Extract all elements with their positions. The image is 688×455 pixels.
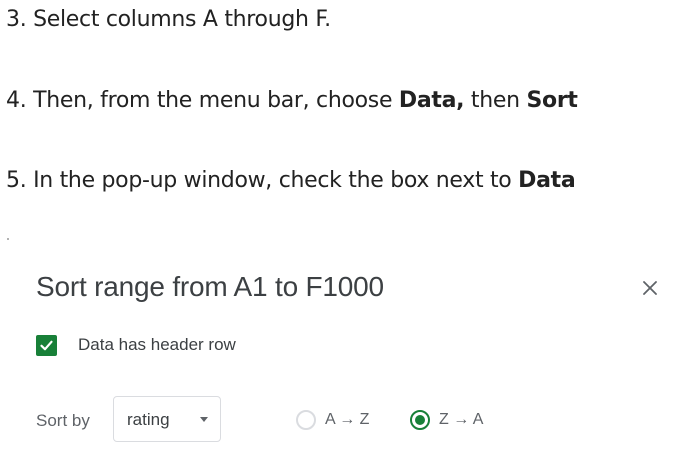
close-icon: [643, 281, 657, 295]
step-4-bold-data: Data,: [398, 88, 465, 113]
sort-descending-option[interactable]: Z → A: [410, 409, 483, 431]
stray-dot: [7, 238, 9, 240]
instruction-step-5: 5. In the pop-up window, check the box n…: [6, 167, 576, 195]
instruction-step-3: 3. Select columns A through F.: [6, 6, 331, 34]
step-3-text: 3. Select columns A through F.: [6, 7, 331, 32]
radio-selected-dot: [415, 415, 425, 425]
sort-ascending-label: A → Z: [325, 411, 370, 428]
checkmark-icon: [40, 340, 53, 350]
instruction-step-4: 4. Then, from the menu bar, choose Data,…: [6, 87, 578, 115]
step-4-bold-sort: Sort: [526, 88, 578, 113]
step-4-text: 4. Then, from the menu bar, choose: [6, 88, 399, 113]
radio-ascending[interactable]: [296, 410, 316, 430]
header-row-option: Data has header row: [36, 333, 236, 357]
sort-by-label: Sort by: [36, 411, 90, 430]
step-4-text-middle: then: [464, 88, 527, 113]
sort-column-value: rating: [127, 410, 170, 429]
sort-descending-label: Z → A: [439, 411, 484, 428]
sort-ascending-option[interactable]: A → Z: [296, 409, 369, 431]
sort-by-row: Sort by rating A → Z Z → A: [36, 396, 656, 446]
sort-range-dialog: Sort range from A1 to F1000 Data has hea…: [0, 250, 688, 455]
header-row-label: Data has header row: [78, 335, 236, 354]
page: 3. Select columns A through F. 4. Then, …: [0, 0, 688, 455]
dropdown-arrow-icon: [200, 417, 208, 422]
step-5-text: 5. In the pop-up window, check the box n…: [6, 168, 519, 193]
sort-column-dropdown[interactable]: rating: [113, 396, 221, 442]
step-5-bold-data: Data: [518, 168, 576, 193]
radio-descending[interactable]: [410, 410, 430, 430]
close-button[interactable]: [636, 274, 664, 302]
header-row-checkbox[interactable]: [36, 334, 57, 356]
dialog-title: Sort range from A1 to F1000: [36, 271, 384, 302]
